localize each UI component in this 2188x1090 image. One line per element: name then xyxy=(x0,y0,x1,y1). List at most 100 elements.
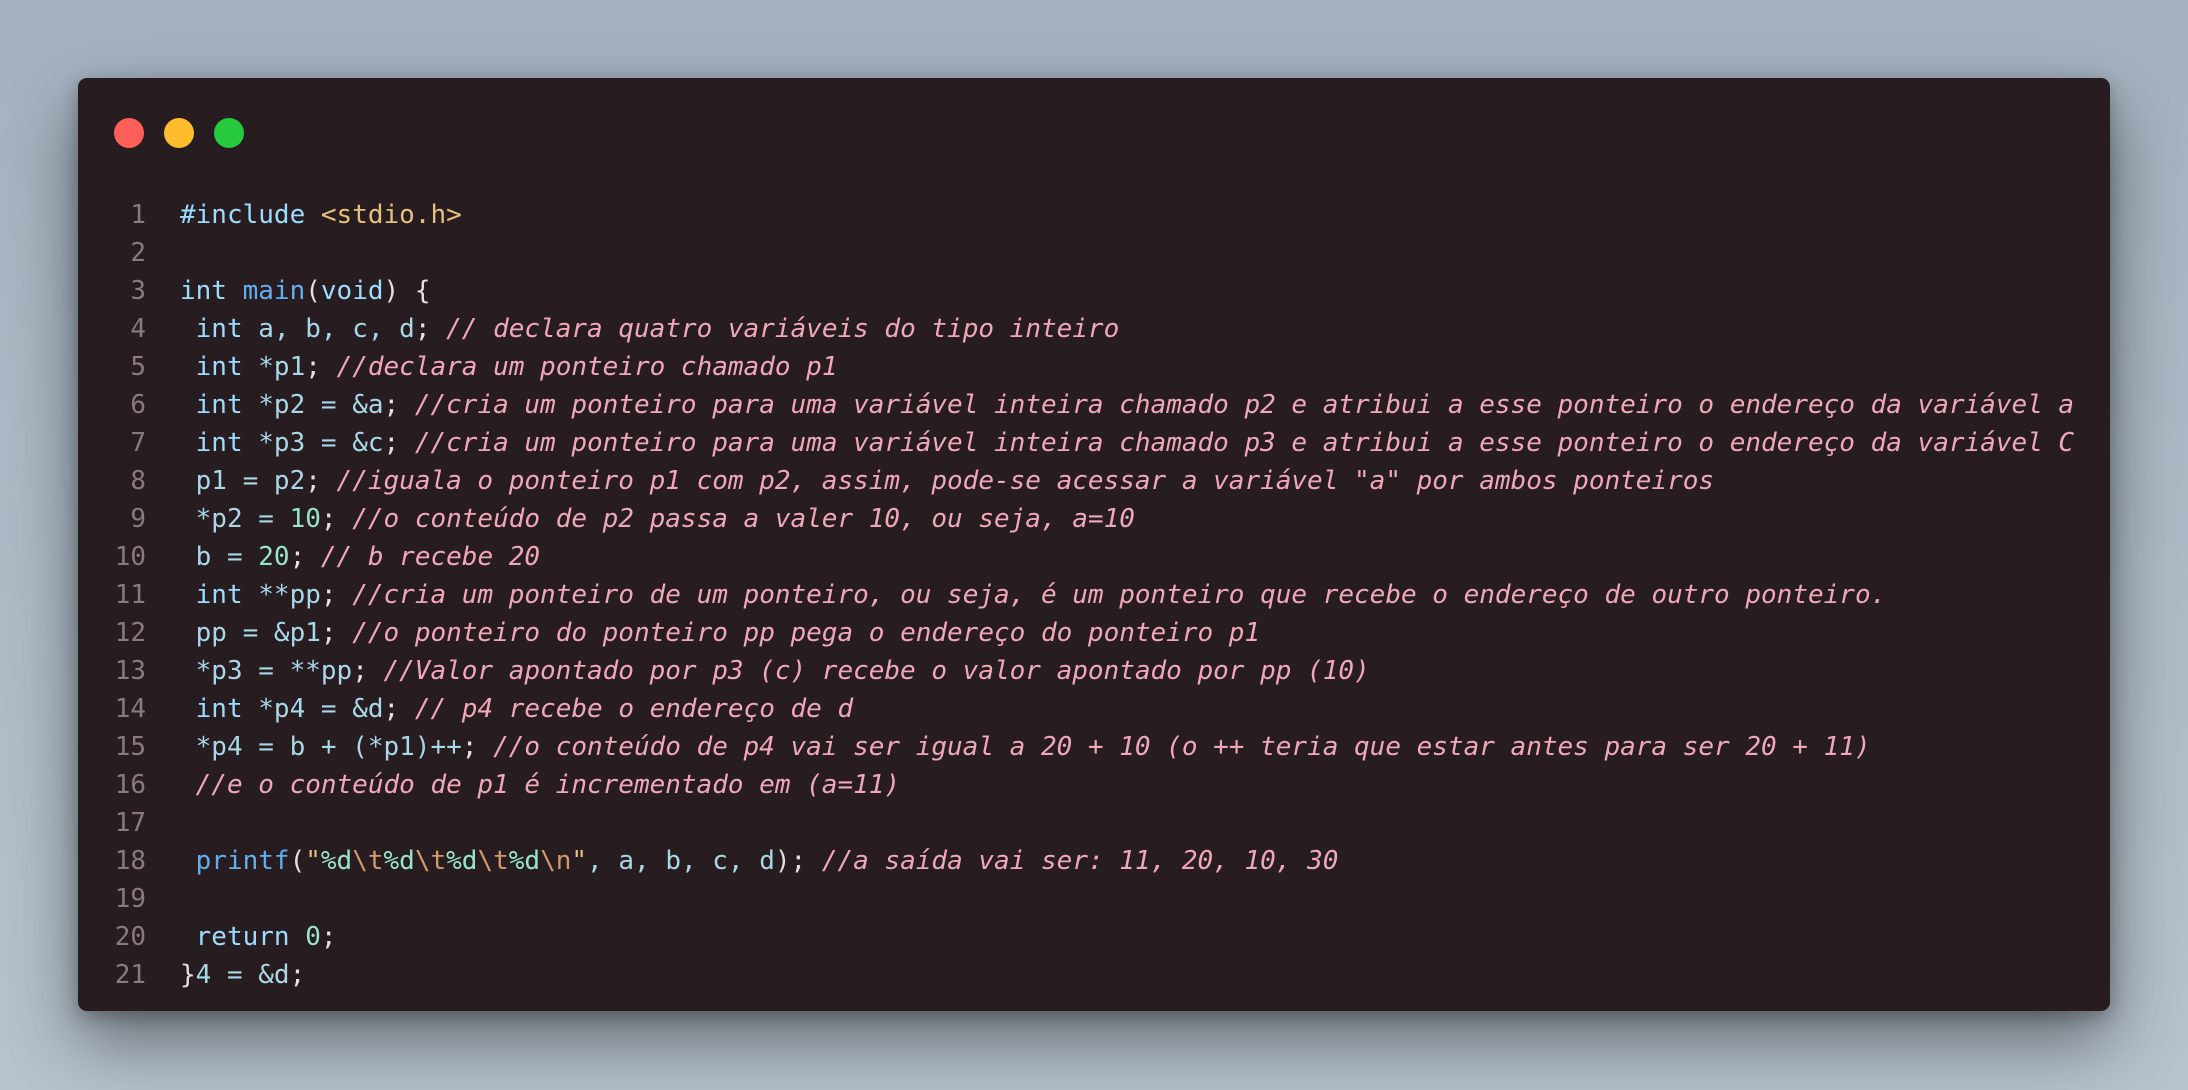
code-token: ; xyxy=(320,580,353,610)
code-line: 13 *p3 = **pp; //Valor apontado por p3 (… xyxy=(78,652,2110,690)
line-number: 4 xyxy=(130,314,146,344)
code-line: 15 *p4 = b + (*p1)++; //o conteúdo de p4… xyxy=(78,728,2110,766)
code-token: " xyxy=(571,846,588,876)
code-token: int xyxy=(180,694,259,724)
code-token: *p4 = &d xyxy=(258,694,384,724)
code-line: 2 xyxy=(78,234,2110,272)
code-token: 20 xyxy=(258,542,290,572)
code-token: %d xyxy=(446,846,478,876)
line-number: 3 xyxy=(130,276,146,306)
code-token: ; xyxy=(383,694,415,724)
code-token: \n xyxy=(540,846,572,876)
code-token: main xyxy=(242,276,306,306)
code-token: ; xyxy=(320,504,353,534)
line-number: 13 xyxy=(114,656,146,686)
line-source: int *p1; //declara um ponteiro chamado p… xyxy=(146,348,838,386)
line-source: return 0; xyxy=(146,918,337,956)
code-token: void xyxy=(320,276,384,306)
line-source: int main(void) { xyxy=(146,272,431,310)
code-token: ; xyxy=(320,618,353,648)
code-line: 19 xyxy=(78,880,2110,918)
code-token: ; xyxy=(289,960,306,990)
line-number: 10 xyxy=(114,542,146,572)
code-token: ; xyxy=(461,732,494,762)
line-number: 8 xyxy=(130,466,146,496)
code-token: *p2 = xyxy=(180,504,290,534)
code-token: int xyxy=(180,352,259,382)
code-token: int xyxy=(180,276,243,306)
code-token: *p2 = &a xyxy=(258,390,384,420)
line-source: b = 20; // b recebe 20 xyxy=(146,538,540,576)
code-line: 6 int *p2 = &a; //cria um ponteiro para … xyxy=(78,386,2110,424)
code-token: int xyxy=(180,314,259,344)
code-token: pp = &p1 xyxy=(180,618,321,648)
line-source: int **pp; //cria um ponteiro de um ponte… xyxy=(146,576,1887,614)
line-number: 5 xyxy=(130,352,146,382)
line-number: 7 xyxy=(130,428,146,458)
code-token: %d xyxy=(320,846,353,876)
line-source: *p2 = 10; //o conteúdo de p2 passa a val… xyxy=(146,500,1135,538)
code-line: 5 int *p1; //declara um ponteiro chamado… xyxy=(78,348,2110,386)
line-number: 2 xyxy=(130,238,146,268)
line-number: 19 xyxy=(114,884,146,914)
code-token: // b recebe 20 xyxy=(320,542,541,572)
line-source: #include <stdio.h> xyxy=(146,196,462,234)
line-source: int *p2 = &a; //cria um ponteiro para um… xyxy=(146,386,2074,424)
code-token: ; xyxy=(305,352,337,382)
code-token: return xyxy=(180,922,306,952)
line-number: 12 xyxy=(114,618,146,648)
line-number: 15 xyxy=(114,732,146,762)
code-token: \t xyxy=(477,846,509,876)
maximize-button[interactable] xyxy=(214,118,244,148)
code-token: printf xyxy=(180,846,290,876)
code-token: //o conteúdo de p2 passa a valer 10, ou … xyxy=(352,504,1135,534)
line-source xyxy=(146,804,180,842)
code-token: " xyxy=(305,846,321,876)
code-token: <stdio.h> xyxy=(320,200,462,230)
line-number: 17 xyxy=(114,808,146,838)
code-line: 7 int *p3 = &c; //cria um ponteiro para … xyxy=(78,424,2110,462)
window-controls xyxy=(114,118,244,148)
line-source: //e o conteúdo de p1 é incrementado em (… xyxy=(146,766,900,804)
code-token: //o ponteiro do ponteiro pp pega o ender… xyxy=(352,618,1261,648)
code-token: int xyxy=(180,428,259,458)
code-token: ; xyxy=(320,922,337,952)
code-token: ; xyxy=(352,656,384,686)
code-token: ); xyxy=(774,846,822,876)
line-source: printf("%d\t%d\t%d\t%d\n", a, b, c, d); … xyxy=(146,842,1339,880)
line-number: 9 xyxy=(130,504,146,534)
code-token: b = xyxy=(180,542,259,572)
code-editor[interactable]: 1 #include <stdio.h> 2 3 int main(void) {4 i… xyxy=(78,196,2110,994)
line-number: 18 xyxy=(114,846,146,876)
code-line: 11 int **pp; //cria um ponteiro de um po… xyxy=(78,576,2110,614)
code-token: ; xyxy=(289,542,321,572)
code-line: 21}4 = &d; xyxy=(78,956,2110,994)
code-line: 9 *p2 = 10; //o conteúdo de p2 passa a v… xyxy=(78,500,2110,538)
line-number: 16 xyxy=(114,770,146,800)
line-source: int *p3 = &c; //cria um ponteiro para um… xyxy=(146,424,2074,462)
line-source: int a, b, c, d; // declara quatro variáv… xyxy=(146,310,1120,348)
code-line: 10 b = 20; // b recebe 20 xyxy=(78,538,2110,576)
code-line: 8 p1 = p2; //iguala o ponteiro p1 com p2… xyxy=(78,462,2110,500)
line-number: 6 xyxy=(130,390,146,420)
code-line: 14 int *p4 = &d; // p4 recebe o endereço… xyxy=(78,690,2110,728)
code-token: // declara quatro variáveis do tipo inte… xyxy=(446,314,1120,344)
line-source: pp = &p1; //o ponteiro do ponteiro pp pe… xyxy=(146,614,1260,652)
code-line: 1 #include <stdio.h> xyxy=(78,196,2110,234)
code-token: //cria um ponteiro para uma variável int… xyxy=(414,428,2075,458)
line-source xyxy=(146,880,180,918)
close-button[interactable] xyxy=(114,118,144,148)
code-line: 12 pp = &p1; //o ponteiro do ponteiro pp… xyxy=(78,614,2110,652)
code-token: ; xyxy=(383,390,415,420)
code-token: //declara um ponteiro chamado p1 xyxy=(336,352,838,382)
code-line: 3 int main(void) { xyxy=(78,272,2110,310)
code-token: //o conteúdo de p4 vai ser igual a 20 + … xyxy=(493,732,1871,762)
code-token: #include xyxy=(180,200,321,230)
line-number: 14 xyxy=(114,694,146,724)
line-number: 21 xyxy=(114,960,146,990)
code-token: %d xyxy=(383,846,415,876)
code-line: 20 return 0; xyxy=(78,918,2110,956)
code-token: *p3 = &c xyxy=(258,428,384,458)
minimize-button[interactable] xyxy=(164,118,194,148)
code-token: ( xyxy=(289,846,306,876)
